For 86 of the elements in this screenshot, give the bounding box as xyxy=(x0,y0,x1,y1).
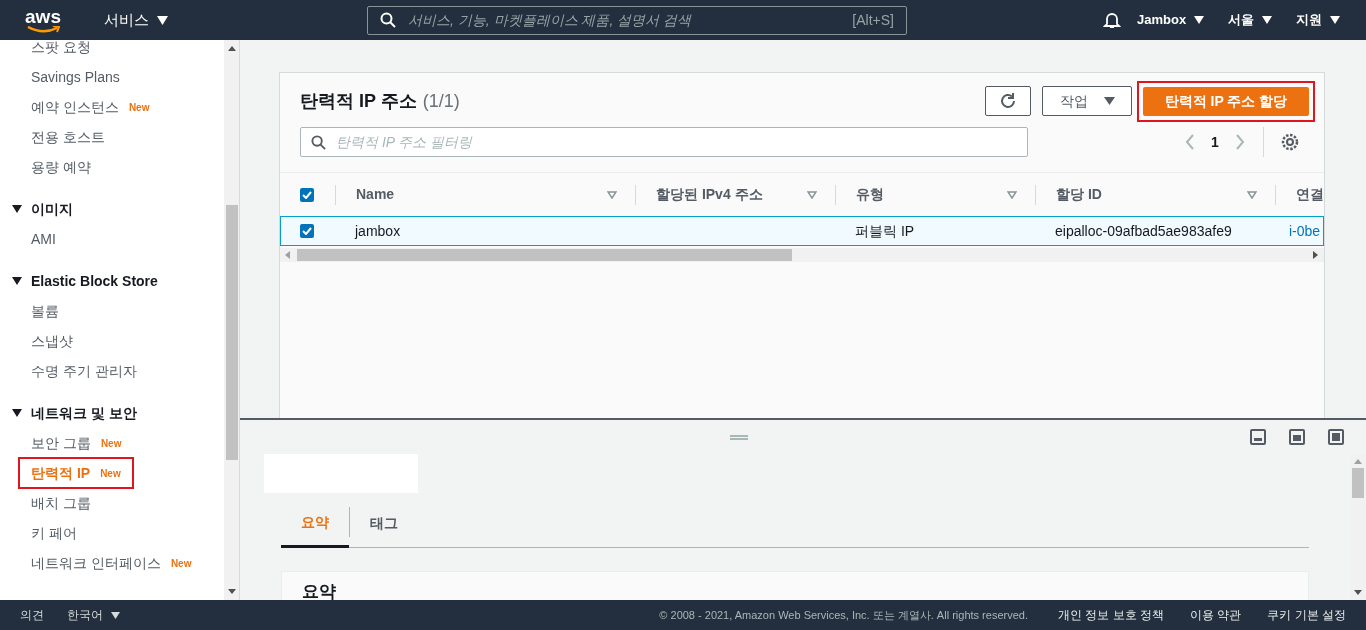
sidebar-link[interactable]: 볼륨 xyxy=(31,300,59,322)
caret-icon xyxy=(1262,16,1273,24)
new-label: New xyxy=(128,100,150,115)
checkbox[interactable] xyxy=(300,187,314,202)
scrollbar-thumb[interactable] xyxy=(225,205,238,460)
section-header[interactable]: 네트워크 및 보안 xyxy=(31,402,137,424)
feedback-link[interactable]: 의견 xyxy=(20,606,44,624)
actions-dropdown[interactable]: 작업 xyxy=(1042,86,1132,116)
column-header[interactable]: 할당된 IPv4 주소 xyxy=(656,184,763,205)
table-cell: eipalloc-09afbad5ae983afe9 xyxy=(1055,223,1232,239)
previous-page-icon[interactable] xyxy=(1185,134,1195,150)
refresh-icon xyxy=(999,92,1017,110)
filter-field[interactable]: 탄력적 IP 주소 필터링 xyxy=(300,127,1028,157)
table-cell: 퍼블릭 IP xyxy=(855,223,915,239)
column-header[interactable]: 할당 ID xyxy=(1056,184,1102,205)
sidebar-link[interactable]: 배치 그룹 xyxy=(31,492,91,514)
scroll-up-icon[interactable] xyxy=(227,46,236,51)
bell-icon[interactable] xyxy=(1103,11,1121,29)
filter-input[interactable]: 탄력적 IP 주소 필터링 xyxy=(336,131,1017,153)
sidebar-link[interactable]: 보안 그룹 New xyxy=(31,432,122,454)
copyright-text: © 2008 - 2021, Amazon Web Services, Inc. 또는 계열사. All rights reserved. xyxy=(659,607,1028,623)
scroll-down-icon[interactable] xyxy=(1354,590,1362,595)
table-row[interactable]: jambox 퍼블릭 IP eipalloc-09afbad5ae983afe9 i-0be xyxy=(280,216,1324,246)
footer-link[interactable]: 개인 정보 보호 정책 xyxy=(1057,606,1164,624)
section-header[interactable]: 이미지 xyxy=(31,198,73,220)
services-menu[interactable]: 서비스 xyxy=(104,8,168,32)
sidebar-link[interactable]: 키 페어 xyxy=(31,522,77,544)
refresh-button[interactable] xyxy=(985,86,1031,116)
new-label: New xyxy=(100,436,122,451)
region-menu[interactable]: 서울 xyxy=(1228,10,1273,30)
caret-icon xyxy=(1194,16,1205,24)
search-input[interactable]: 서비스, 기능, 마켓플레이스 제품, 설명서 검색 xyxy=(408,9,841,31)
next-page-icon[interactable] xyxy=(1234,134,1245,150)
sidebar-link[interactable]: 스팟 요청 xyxy=(31,40,91,58)
sort-icon[interactable] xyxy=(807,190,817,199)
checkbox[interactable] xyxy=(300,224,314,238)
panel-full-icon[interactable] xyxy=(1328,429,1344,445)
sidebar-link[interactable]: 네트워크 인터페이스 New xyxy=(31,552,192,574)
scroll-right-icon[interactable] xyxy=(1313,251,1318,259)
page-number[interactable]: 1 xyxy=(1211,131,1219,153)
sidebar-scrollbar[interactable] xyxy=(224,40,240,600)
sidebar-link[interactable]: 수명 주기 관리자 xyxy=(31,360,137,382)
caret-icon xyxy=(1330,16,1341,24)
resize-handle[interactable] xyxy=(730,434,748,440)
panel-title: 탄력적 IP 주소 xyxy=(300,89,417,113)
panel-bottom-icon[interactable] xyxy=(1250,429,1266,445)
sidebar-link[interactable]: 스냅샷 xyxy=(31,330,73,352)
settings-icon[interactable] xyxy=(1280,133,1299,151)
table-cell: jambox xyxy=(355,223,401,239)
section-header[interactable]: Elastic Block Store xyxy=(31,270,158,292)
aws-logo[interactable]: aws xyxy=(25,6,61,34)
scroll-down-icon[interactable] xyxy=(227,589,236,594)
sort-icon[interactable] xyxy=(607,190,617,199)
footer-link[interactable]: 이용 약관 xyxy=(1190,606,1242,624)
sort-icon[interactable] xyxy=(1247,190,1257,199)
search-icon xyxy=(311,134,326,150)
shortcut-hint: [Alt+S] xyxy=(852,10,894,30)
panel-half-icon[interactable] xyxy=(1289,429,1305,445)
sidebar-link[interactable]: 용량 예약 xyxy=(31,156,91,178)
column-header[interactable]: 유형 xyxy=(856,184,884,205)
sidebar-link[interactable]: Savings Plans xyxy=(31,66,120,88)
sidebar-link[interactable]: 전용 호스트 xyxy=(31,126,105,148)
caret-icon xyxy=(157,15,168,25)
support-menu[interactable]: 지원 xyxy=(1296,10,1341,30)
column-header[interactable]: Name xyxy=(356,184,395,205)
column-header[interactable]: 연결 xyxy=(1296,184,1324,205)
sort-icon[interactable] xyxy=(1007,190,1017,199)
footer-link[interactable]: 쿠키 기본 설정 xyxy=(1267,606,1346,624)
account-menu[interactable]: Jambox xyxy=(1137,10,1205,30)
new-label: New xyxy=(100,466,121,481)
sidebar-link[interactable]: 예약 인스턴스 New xyxy=(31,96,150,118)
scrollbar-thumb[interactable] xyxy=(1352,468,1364,498)
caret-icon xyxy=(111,611,120,619)
language-menu[interactable]: 한국어 xyxy=(67,606,120,624)
scroll-left-icon[interactable] xyxy=(285,251,290,259)
caret-icon xyxy=(1103,97,1115,105)
new-label: New xyxy=(170,556,192,571)
details-tab[interactable]: 태그 xyxy=(350,499,418,548)
search-field[interactable]: 서비스, 기능, 마켓플레이스 제품, 설명서 검색 [Alt+S] xyxy=(367,5,907,35)
instance-link[interactable]: i-0be xyxy=(1289,223,1321,239)
scrollbar-thumb[interactable] xyxy=(297,249,792,261)
search-icon xyxy=(380,12,396,28)
horizontal-scrollbar[interactable] xyxy=(280,248,1324,262)
item-count: (1/1) xyxy=(422,89,460,113)
sidebar-link[interactable]: AMI xyxy=(31,228,56,250)
card-title: 요약 xyxy=(302,582,337,600)
